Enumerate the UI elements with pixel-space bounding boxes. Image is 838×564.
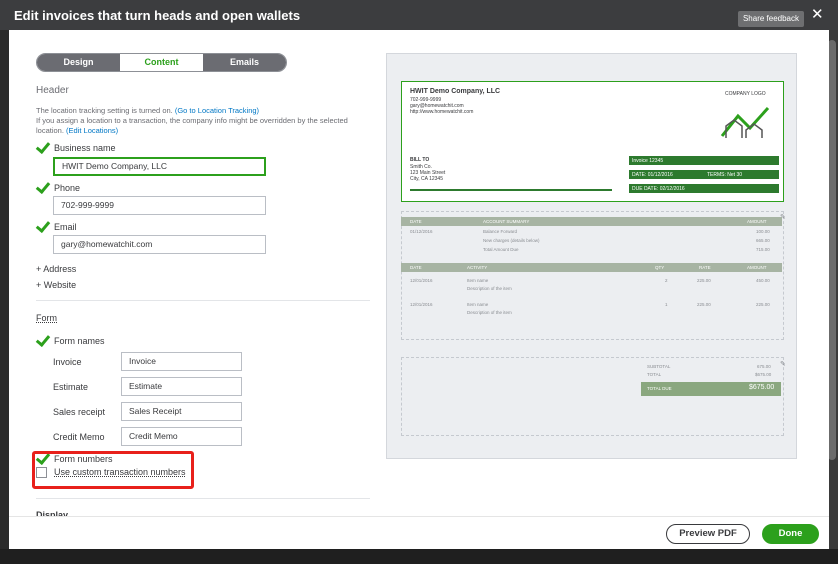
phone-checkbox[interactable] <box>36 182 47 193</box>
share-feedback-button[interactable]: Share feedback <box>738 11 804 27</box>
form-names-label: Form names <box>54 336 105 346</box>
preview-invoice-no: Invoice 12345 <box>629 156 779 165</box>
summary-head-amount: AMOUNT <box>747 219 767 224</box>
scrollbar-thumb[interactable] <box>828 40 836 460</box>
activity-head-rate: RATE <box>699 265 711 270</box>
business-name-label: Business name <box>54 143 116 153</box>
preview-pdf-button[interactable]: Preview PDF <box>666 524 750 544</box>
preview-terms: TERMS: Net 30 <box>707 172 743 178</box>
summary-desc: Total Amount Due <box>483 247 519 252</box>
preview-bill-to: BILL TO <box>410 157 430 163</box>
preview-rule <box>410 189 612 191</box>
preview-company: HWIT Demo Company, LLC <box>410 88 501 95</box>
edit-pencil-icon[interactable]: ✎ <box>780 213 786 221</box>
activity-item: Item name <box>467 302 489 307</box>
activity-amount: 225.00 <box>756 302 770 307</box>
business-name-input[interactable]: HWIT Demo Company, LLC <box>53 157 266 176</box>
location-notice: The location tracking setting is turned … <box>36 106 366 136</box>
form-names-checkbox[interactable] <box>36 335 47 346</box>
summary-head-date: DATE <box>410 219 422 224</box>
summary-desc: Balance Forward <box>483 229 518 234</box>
total-due-value: $675.00 <box>749 384 775 391</box>
totals-rows: SUBTOTAL 675.00 TOTAL $675.00 <box>641 364 781 384</box>
tab-design[interactable]: Design <box>37 54 120 71</box>
total-label: TOTAL <box>647 372 662 377</box>
tab-emails[interactable]: Emails <box>203 54 286 71</box>
email-checkbox[interactable] <box>36 221 47 232</box>
close-icon[interactable]: ✕ <box>811 7 824 22</box>
activity-head-qty: QTY <box>655 265 665 270</box>
preview-date: DATE: 01/12/2016 TERMS: Net 30 <box>629 170 779 179</box>
activity-rows: 12/01/2016 Item name Description of the … <box>401 278 782 318</box>
summary-amount: 665.00 <box>756 238 770 243</box>
summary-head-account: ACCOUNT SUMMARY <box>483 219 530 224</box>
logo-icon <box>720 106 770 138</box>
activity-head-date: DATE <box>410 265 422 270</box>
sales-receipt-name-input[interactable]: Sales Receipt <box>121 402 242 421</box>
activity-item: Item name <box>467 278 489 283</box>
add-address-link[interactable]: + Address <box>36 264 76 274</box>
activity-desc: Description of the item <box>467 310 512 315</box>
notice-text: The location tracking setting is turned … <box>36 106 173 115</box>
activity-desc: Description of the item <box>467 286 512 291</box>
summary-amount: 715.00 <box>756 247 770 252</box>
divider <box>36 300 370 301</box>
summary-amount: 100.00 <box>756 229 770 234</box>
title-bar: Edit invoices that turn heads and open w… <box>0 0 838 30</box>
credit-memo-name-input[interactable]: Credit Memo <box>121 427 242 446</box>
subtotal-value: 675.00 <box>757 364 771 369</box>
activity-rate: 225.00 <box>697 302 711 307</box>
tab-bar: Design Content Emails <box>36 53 287 72</box>
invoice-name-input[interactable]: Invoice <box>121 352 242 371</box>
phone-label: Phone <box>54 183 81 193</box>
activity-amount: 450.00 <box>756 278 770 283</box>
activity-date: 12/01/2016 <box>410 278 433 283</box>
email-label: Email <box>54 222 77 232</box>
business-name-checkbox[interactable] <box>36 142 47 153</box>
summary-date: 01/12/2016 <box>410 229 433 234</box>
form-name-label-credit-memo: Credit Memo <box>53 432 105 442</box>
preview-due-date: DUE DATE: 02/12/2016 <box>629 184 779 193</box>
total-due-bar: TOTAL DUE $675.00 <box>641 382 781 396</box>
estimate-name-input[interactable]: Estimate <box>121 377 242 396</box>
summary-desc: New charges (details below) <box>483 238 540 243</box>
total-value: $675.00 <box>755 372 772 377</box>
form-heading: Form <box>36 313 57 323</box>
preview-date-text: DATE: 01/12/2016 <box>632 172 673 178</box>
highlight-box <box>32 451 194 489</box>
activity-header: DATE ACTIVITY QTY RATE AMOUNT <box>401 263 782 272</box>
form-name-label-estimate: Estimate <box>53 382 89 392</box>
activity-date: 12/01/2016 <box>410 302 433 307</box>
preview-addr2: City, CA 12345 <box>410 176 443 182</box>
form-name-label-sales-receipt: Sales receipt <box>53 407 106 417</box>
summary-rows: 01/12/2016 Balance Forward 100.00 New ch… <box>401 229 782 259</box>
divider <box>36 498 370 499</box>
window-title: Edit invoices that turn heads and open w… <box>14 8 301 23</box>
total-due-label: TOTAL DUE <box>647 386 672 391</box>
tab-content[interactable]: Content <box>120 54 203 71</box>
activity-qty: 2 <box>665 278 668 283</box>
preview-web: http://www.homewatchit.com <box>410 109 474 115</box>
summary-header: DATE ACCOUNT SUMMARY AMOUNT <box>401 217 782 226</box>
phone-input[interactable]: 702-999-9999 <box>53 196 266 215</box>
edit-locations-link[interactable]: (Edit Locations) <box>66 126 118 135</box>
activity-head-activity: ACTIVITY <box>467 265 488 270</box>
header-heading: Header <box>36 85 69 96</box>
subtotal-label: SUBTOTAL <box>647 364 671 369</box>
activity-rate: 225.00 <box>697 278 711 283</box>
form-name-label-invoice: Invoice <box>53 357 82 367</box>
preview-logo-label: COMPANY LOGO <box>725 91 766 97</box>
add-website-link[interactable]: + Website <box>36 280 76 290</box>
location-tracking-link[interactable]: (Go to Location Tracking) <box>175 106 259 115</box>
done-button[interactable]: Done <box>762 524 819 544</box>
activity-head-amount: AMOUNT <box>747 265 767 270</box>
background-strip <box>0 549 838 564</box>
activity-qty: 1 <box>665 302 668 307</box>
email-input[interactable]: gary@homewatchit.com <box>53 235 266 254</box>
